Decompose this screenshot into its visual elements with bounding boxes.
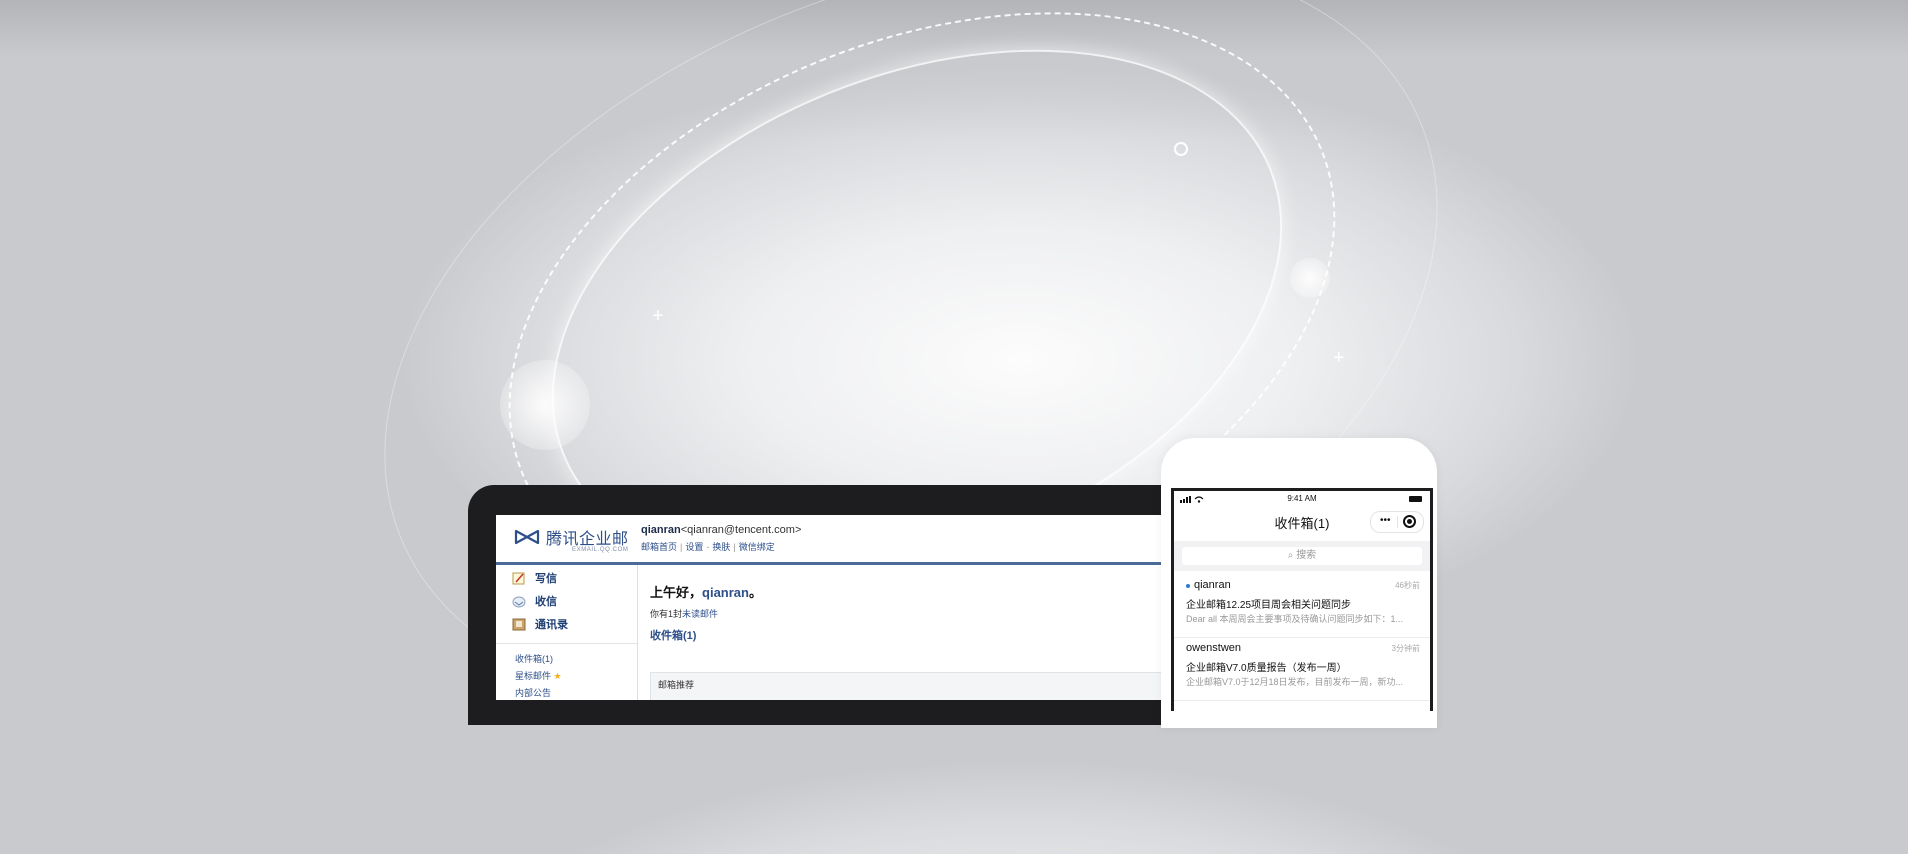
inbox-link[interactable]: 收件箱(1) xyxy=(650,627,696,643)
search-placeholder: 搜索 xyxy=(1296,550,1317,561)
link-separator: | xyxy=(680,542,683,552)
inbox-icon xyxy=(512,596,526,607)
link-mail-home[interactable]: 邮箱首页 xyxy=(641,542,677,552)
main-panel: 上午好，qianran。 你有1封未读邮件 收件箱(1) 邮箱推荐 xyxy=(638,565,1188,700)
header-links: 邮箱首页 | 设置 - 换肤 | 微信绑定 xyxy=(641,540,775,553)
greeting-prefix: 上午好， xyxy=(650,585,703,600)
mail-subject: 企业邮箱V7.0质量报告（发布一周） xyxy=(1186,663,1347,674)
contacts-label: 通讯录 xyxy=(535,619,568,631)
mobile-mail-screen: 9:41 AM 收件箱(1) ••• ⌕ 搜索 qianran 46秒前 企业邮… xyxy=(1171,488,1433,711)
link-separator: - xyxy=(706,542,710,552)
mail-preview: Dear all 本周周会主要事项及待确认问题同步如下：1... xyxy=(1186,614,1404,624)
search-icon: ⌕ xyxy=(1287,550,1294,561)
close-target-icon[interactable] xyxy=(1403,515,1416,528)
receive-button[interactable]: 收信 xyxy=(512,593,557,609)
contacts-icon xyxy=(512,618,526,630)
greeting-user: qianran xyxy=(702,585,749,600)
receive-label: 收信 xyxy=(535,596,557,608)
mailbox-recommend-panel: 邮箱推荐 xyxy=(650,672,1188,700)
user-identity: qianran<qianran@tencent.com> xyxy=(641,524,801,536)
status-time: 9:41 AM xyxy=(1287,494,1317,503)
mail-sender: qianran xyxy=(1194,579,1231,591)
mail-list-item[interactable]: owenstwen 3分钟前 企业邮箱V7.0质量报告（发布一周） 企业邮箱V7… xyxy=(1174,638,1430,701)
greeting: 上午好，qianran。 xyxy=(650,582,762,601)
user-name: qianran xyxy=(641,524,681,536)
sparkle-plus-icon: + xyxy=(1333,347,1345,369)
unread-dot-icon xyxy=(1186,584,1190,588)
mobile-search-input[interactable]: ⌕ 搜索 xyxy=(1182,547,1422,565)
status-bar: 9:41 AM xyxy=(1174,493,1430,505)
brand-name: 腾讯企业邮 xyxy=(546,531,629,548)
mail-time: 46秒前 xyxy=(1395,581,1420,590)
contacts-button[interactable]: 通讯录 xyxy=(512,616,568,632)
compose-button[interactable]: 写信 xyxy=(512,570,557,586)
battery-icon xyxy=(1409,496,1422,502)
link-wechat-bind[interactable]: 微信绑定 xyxy=(739,542,775,552)
greeting-suffix: 。 xyxy=(748,585,762,600)
more-menu-button[interactable]: ••• xyxy=(1380,515,1391,526)
unread-prefix: 你有1封 xyxy=(650,609,683,619)
sidebar: 写信 收信 通讯录 收件箱(1) 星标邮件 ★ 内部公告 xyxy=(496,565,638,700)
brand-domain: EXMAIL.QQ.COM xyxy=(572,547,629,553)
sidebar-divider xyxy=(496,643,637,644)
mail-subject: 企业邮箱12.25项目周会相关问题同步 xyxy=(1186,600,1352,611)
link-settings[interactable]: 设置 xyxy=(685,542,703,552)
compose-label: 写信 xyxy=(535,573,557,585)
user-email: <qianran@tencent.com> xyxy=(680,524,802,536)
mail-preview: 企业邮箱V7.0于12月18日发布，目前发布一周，新功... xyxy=(1186,677,1404,687)
mail-time: 3分钟前 xyxy=(1391,644,1420,653)
mail-sender: owenstwen xyxy=(1186,642,1242,654)
glow-orb-left xyxy=(500,360,590,450)
compose-icon xyxy=(512,572,525,584)
orbit-dot-icon xyxy=(1174,142,1188,156)
link-separator: | xyxy=(733,542,736,552)
unread-notice: 你有1封未读邮件 xyxy=(650,607,718,620)
link-change-skin[interactable]: 换肤 xyxy=(712,542,730,552)
capsule-divider xyxy=(1397,516,1398,528)
mail-list-item[interactable]: qianran 46秒前 企业邮箱12.25项目周会相关问题同步 Dear al… xyxy=(1174,575,1430,638)
folder-inbox[interactable]: 收件箱(1) xyxy=(515,652,553,665)
folder-announcements[interactable]: 内部公告 xyxy=(515,686,551,699)
star-icon: ★ xyxy=(553,671,562,681)
miniapp-capsule: ••• xyxy=(1370,511,1424,533)
folder-starred[interactable]: 星标邮件 ★ xyxy=(515,669,562,682)
unread-mail-link[interactable]: 未读邮件 xyxy=(682,609,718,619)
glow-orb-right xyxy=(1290,258,1330,298)
tencent-mail-logo-icon xyxy=(514,529,540,545)
logo[interactable]: 腾讯企业邮 EXMAIL.QQ.COM xyxy=(514,525,629,553)
mail-header: 腾讯企业邮 EXMAIL.QQ.COM qianran<qianran@tenc… xyxy=(496,515,1188,565)
recommend-title: 邮箱推荐 xyxy=(658,680,695,690)
sparkle-plus-icon: + xyxy=(652,305,664,327)
folder-starred-label: 星标邮件 xyxy=(515,671,552,681)
desktop-mail-screen: 腾讯企业邮 EXMAIL.QQ.COM qianran<qianran@tenc… xyxy=(496,515,1188,700)
